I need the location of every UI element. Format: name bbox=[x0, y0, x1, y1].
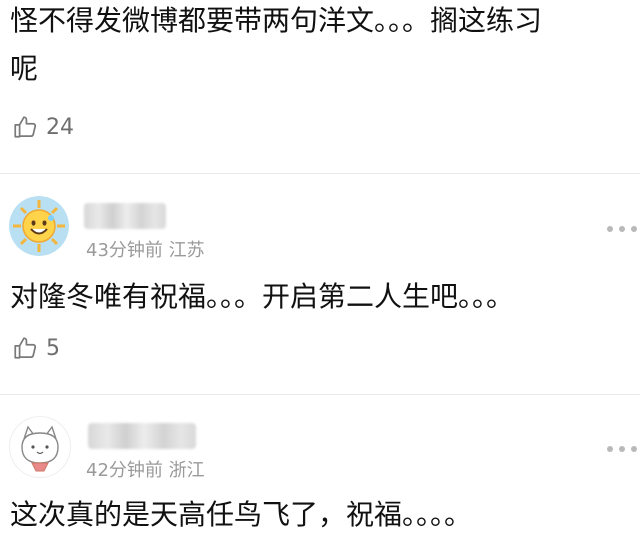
comment-2-text: 对隆冬唯有祝福。。。开启第二人生吧。。。 bbox=[10, 280, 515, 313]
comment-1-like-count: 24 bbox=[46, 114, 74, 140]
divider bbox=[0, 173, 640, 174]
comment-2-more-button[interactable] bbox=[607, 226, 637, 232]
comment-2-avatar[interactable] bbox=[9, 196, 69, 256]
thumbs-up-icon bbox=[14, 116, 37, 138]
comment-2-like-count: 5 bbox=[46, 335, 60, 361]
comment-3-more-button[interactable] bbox=[607, 446, 637, 452]
comment-2-username[interactable] bbox=[84, 203, 166, 229]
comment-1-text-line2: 呢 bbox=[10, 52, 39, 85]
more-dots-icon bbox=[607, 446, 613, 452]
comment-1-text-line1: 怪不得发微博都要带两句洋文。。。搁这练习 bbox=[10, 4, 543, 37]
comment-2-like-button[interactable]: 5 bbox=[12, 335, 60, 361]
comment-3-username[interactable] bbox=[88, 423, 196, 449]
thumbs-up-icon bbox=[14, 337, 37, 359]
divider bbox=[0, 394, 640, 395]
more-dots-icon bbox=[607, 226, 613, 232]
comment-3-time-location: 42分钟前 浙江 bbox=[86, 460, 205, 481]
comment-3-avatar[interactable] bbox=[9, 416, 71, 478]
comment-2-time-location: 43分钟前 江苏 bbox=[86, 240, 205, 261]
comment-1-like-button[interactable]: 24 bbox=[12, 114, 74, 140]
comment-3-text: 这次真的是天高任鸟飞了，祝福。。。。 bbox=[10, 498, 473, 531]
